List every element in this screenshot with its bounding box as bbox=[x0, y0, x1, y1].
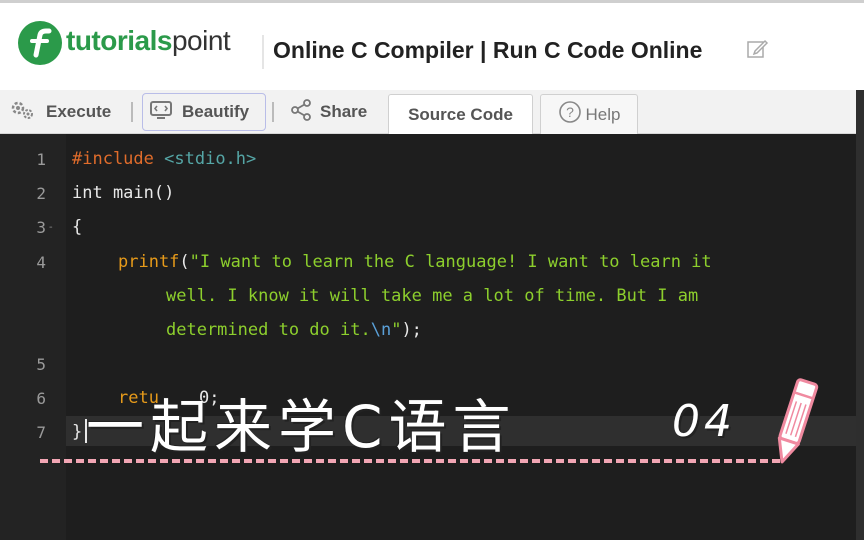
code-line-1: #include <stdio.h> bbox=[72, 149, 256, 169]
logo-text-part-1: tutorials bbox=[66, 25, 172, 56]
tab-source-code-label: Source Code bbox=[408, 104, 513, 124]
include-header: <stdio.h> bbox=[164, 149, 257, 169]
line-number: 3 bbox=[36, 218, 46, 237]
beautify-label: Beautify bbox=[182, 102, 250, 121]
tab-help-label: Help bbox=[585, 104, 621, 124]
share-icon bbox=[290, 98, 312, 126]
string-literal: well. I know it will take me a lot of ti… bbox=[166, 286, 699, 306]
code-line-3: { bbox=[72, 217, 83, 237]
edit-title-icon[interactable] bbox=[745, 37, 769, 66]
editor-toolbar: Execute Beautify Share Source Code ? Hel… bbox=[0, 90, 864, 134]
tutorialspoint-logo-icon[interactable] bbox=[18, 21, 62, 65]
page-title: Online C Compiler | Run C Code Online bbox=[273, 37, 703, 63]
site-header: tutorialspoint Online C Compiler | Run C… bbox=[0, 0, 864, 90]
share-label: Share bbox=[320, 102, 368, 121]
code-line-7: } bbox=[72, 422, 83, 442]
toolbar-separator bbox=[272, 102, 274, 122]
line-number: 2 bbox=[36, 184, 46, 203]
gears-icon bbox=[10, 100, 36, 125]
tab-help[interactable]: ? Help bbox=[540, 94, 638, 134]
code-line-4-wrap-2: determined to do it.\n"); bbox=[166, 320, 422, 340]
logo-text-part-2: point bbox=[171, 25, 231, 56]
toolbar-separator bbox=[131, 102, 133, 122]
side-panel-edge bbox=[856, 90, 864, 540]
svg-text:?: ? bbox=[566, 104, 574, 120]
code-editor[interactable]: 1 2 3 - 4 5 6 7 #include <stdio.h> int m… bbox=[0, 134, 856, 540]
overlay-episode-number: 04 bbox=[672, 396, 736, 447]
execute-button[interactable]: Execute bbox=[10, 90, 111, 134]
help-icon: ? bbox=[558, 100, 582, 129]
beautify-button[interactable]: Beautify bbox=[150, 90, 249, 134]
open-paren: ( bbox=[179, 252, 190, 272]
code-line-4: printf("I want to learn the C language! … bbox=[118, 252, 712, 272]
string-close-quote: " bbox=[391, 320, 402, 340]
statement-end: ); bbox=[401, 320, 422, 340]
share-button[interactable]: Share bbox=[290, 90, 367, 134]
string-literal: "I want to learn the C language! I want … bbox=[189, 252, 712, 272]
escape-sequence: \n bbox=[370, 320, 392, 340]
fold-toggle-icon[interactable]: - bbox=[49, 222, 53, 233]
code-line-4-wrap-1: well. I know it will take me a lot of ti… bbox=[166, 286, 698, 306]
site-logo-text[interactable]: tutorialspoint bbox=[66, 25, 231, 57]
preprocessor-directive: #include bbox=[72, 149, 154, 169]
overlay-title: 一起来学C语言 bbox=[86, 393, 517, 461]
line-number: 5 bbox=[36, 355, 46, 374]
line-number: 4 bbox=[36, 253, 46, 272]
pencil-icon bbox=[770, 372, 820, 477]
line-number-gutter: 1 2 3 - 4 5 6 7 bbox=[0, 134, 66, 540]
code-line-2: int main() bbox=[72, 183, 175, 203]
decorative-dashed-underline bbox=[40, 459, 780, 463]
string-literal: determined to do it. bbox=[166, 320, 371, 340]
beautify-icon bbox=[150, 100, 172, 125]
line-number: 1 bbox=[36, 150, 46, 169]
line-number: 7 bbox=[36, 423, 46, 442]
function-name: printf bbox=[118, 252, 180, 272]
execute-label: Execute bbox=[46, 102, 112, 121]
line-number: 6 bbox=[36, 389, 46, 408]
tab-source-code[interactable]: Source Code bbox=[388, 94, 533, 134]
header-divider bbox=[262, 35, 264, 69]
